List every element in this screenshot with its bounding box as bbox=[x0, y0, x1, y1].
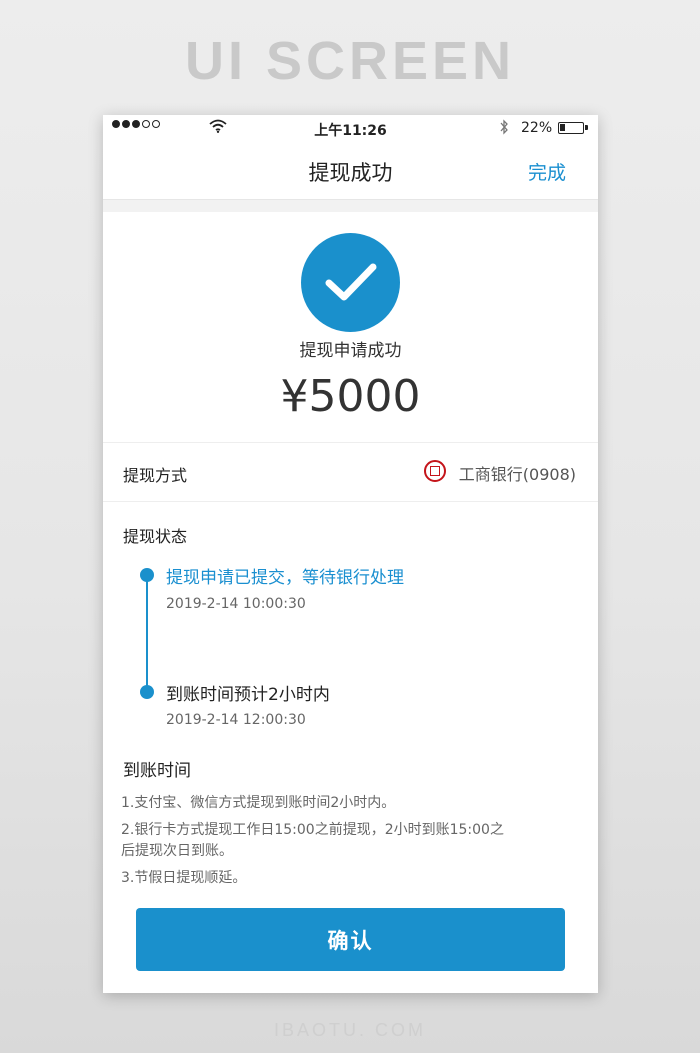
battery-icon bbox=[558, 122, 588, 134]
timeline-step-text: 提现申请已提交，等待银行处理 bbox=[166, 568, 404, 588]
arrival-time-title: 到账时间 bbox=[123, 761, 191, 781]
battery-nub bbox=[585, 125, 588, 130]
confirm-button[interactable]: 确认 bbox=[136, 908, 565, 971]
arrival-rule: 1.支付宝、微信方式提现到账时间2小时内。 bbox=[121, 795, 396, 811]
withdraw-status-title: 提现状态 bbox=[123, 527, 188, 546]
timeline-step-text: 到账时间预计2小时内 bbox=[166, 685, 330, 705]
timeline-line bbox=[146, 575, 148, 693]
withdraw-amount: ¥5000 bbox=[280, 371, 421, 422]
battery-fill bbox=[560, 124, 565, 131]
arrival-rule: 2.银行卡方式提现工作日15:00之前提现，2小时到账15:00之后提现次日到账… bbox=[121, 822, 504, 859]
navigation-bar: 提现成功 完成 bbox=[103, 143, 598, 200]
footer-watermark: IBAOTU. COM bbox=[273, 1020, 426, 1040]
bank-icon-square bbox=[430, 466, 440, 476]
battery-percentage: 22% bbox=[521, 120, 553, 136]
withdraw-method-label: 提现方式 bbox=[123, 466, 188, 485]
divider bbox=[103, 501, 598, 502]
bank-name: 工商银行(0908) bbox=[458, 465, 576, 484]
timeline-step-time: 2019-2-14 10:00:30 bbox=[166, 596, 306, 612]
success-message: 提现申请成功 bbox=[299, 341, 402, 361]
background-title: UI SCREEN bbox=[184, 31, 516, 91]
page-title: 提现成功 bbox=[308, 161, 393, 185]
timeline-dot bbox=[140, 685, 154, 699]
arrival-rule: 3.节假日提现顺延。 bbox=[121, 870, 247, 886]
bluetooth-icon bbox=[499, 119, 509, 139]
checkmark-circle-icon bbox=[301, 233, 400, 332]
done-button[interactable]: 完成 bbox=[528, 158, 566, 185]
icbc-bank-icon bbox=[424, 460, 446, 482]
timeline-dot bbox=[140, 568, 154, 582]
withdraw-method-row: 提现方式 工商银行(0908) bbox=[103, 443, 598, 501]
section-divider bbox=[103, 200, 598, 212]
status-bar: 上午11:26 22% bbox=[103, 115, 598, 143]
phone-screen: 上午11:26 22% 提现成功 完成 提现申请成功 ¥5000 提现方式 工商… bbox=[103, 115, 598, 993]
timeline-step-time: 2019-2-14 12:00:30 bbox=[166, 712, 306, 728]
